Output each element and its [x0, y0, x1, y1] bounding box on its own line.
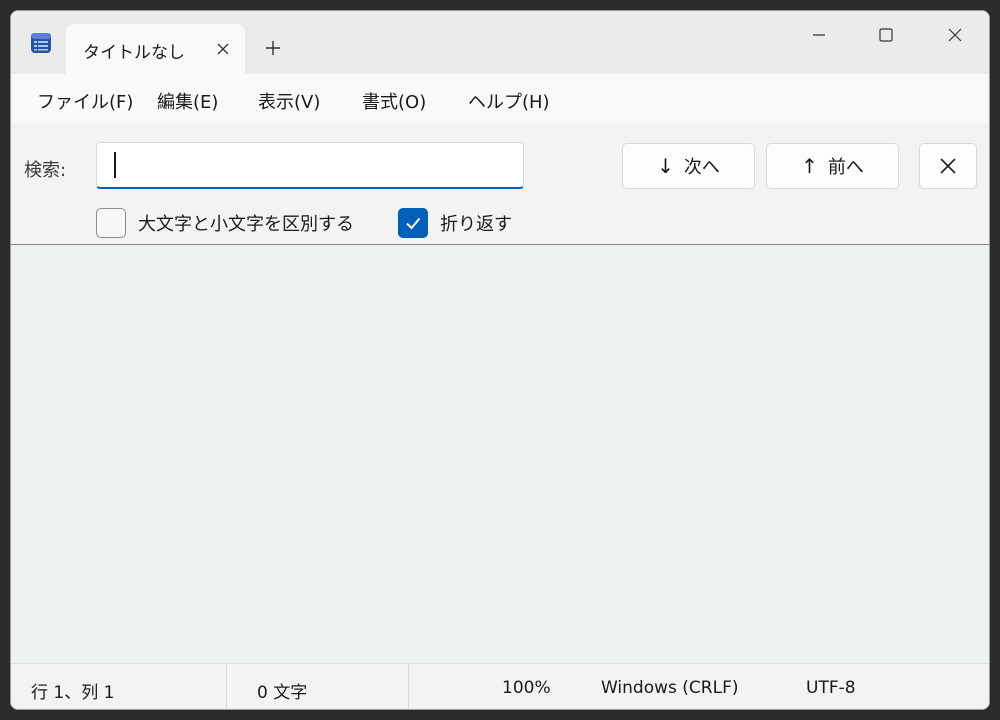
text-editor[interactable] — [11, 246, 989, 663]
notepad-window: タイトルなし ファイル(F) 編集(E) 表示(V) 書式(O) ヘルプ(H) … — [10, 10, 990, 710]
title-bar: タイトルなし — [11, 11, 989, 75]
encoding[interactable]: UTF-8 — [806, 678, 856, 698]
find-next-button[interactable]: ↓ 次へ — [622, 143, 755, 189]
cursor-position: 行 1、列 1 — [31, 683, 115, 703]
checkmark-icon — [406, 217, 421, 230]
wrap-option[interactable]: 折り返す — [398, 208, 512, 238]
notepad-icon — [30, 32, 52, 54]
status-divider — [226, 664, 227, 709]
menu-view[interactable]: 表示(V) — [258, 88, 320, 114]
wrap-checkbox[interactable] — [398, 208, 428, 238]
status-divider — [408, 664, 409, 709]
match-case-label: 大文字と小文字を区別する — [138, 214, 354, 235]
char-count: 0 文字 — [257, 683, 308, 703]
menu-format[interactable]: 書式(O) — [362, 88, 426, 114]
minimize-icon[interactable] — [796, 21, 842, 49]
zoom-level[interactable]: 100% — [502, 678, 551, 698]
find-next-label: 次へ — [683, 157, 720, 178]
text-caret — [114, 152, 116, 178]
arrow-down-icon: ↓ — [657, 154, 674, 178]
line-ending[interactable]: Windows (CRLF) — [601, 678, 739, 698]
maximize-icon[interactable] — [863, 21, 909, 49]
plus-icon[interactable] — [261, 36, 285, 60]
document-tab[interactable]: タイトルなし — [66, 24, 245, 75]
menu-help[interactable]: ヘルプ(H) — [468, 88, 550, 114]
status-bar: 行 1、列 1 0 文字 100% Windows (CRLF) UTF-8 — [11, 663, 989, 709]
match-case-option[interactable]: 大文字と小文字を区別する — [96, 208, 354, 238]
find-prev-button[interactable]: ↑ 前へ — [766, 143, 899, 189]
match-case-checkbox[interactable] — [96, 208, 126, 238]
close-find-button[interactable] — [919, 143, 977, 189]
find-prev-label: 前へ — [827, 157, 864, 178]
find-panel: 検索: ↓ 次へ ↑ 前へ 大文字と小文字を区別する 折り返す — [11, 122, 989, 245]
menu-bar: ファイル(F) 編集(E) 表示(V) 書式(O) ヘルプ(H) — [11, 74, 989, 122]
menu-file[interactable]: ファイル(F) — [37, 88, 133, 114]
tab-title: タイトルなし — [83, 43, 185, 63]
search-label: 検索: — [24, 160, 67, 181]
close-icon[interactable] — [212, 38, 234, 60]
search-input[interactable] — [96, 142, 524, 189]
arrow-up-icon: ↑ — [801, 154, 818, 178]
close-icon — [940, 158, 956, 174]
close-icon[interactable] — [932, 21, 978, 49]
wrap-label: 折り返す — [440, 214, 512, 235]
menu-edit[interactable]: 編集(E) — [157, 88, 218, 114]
